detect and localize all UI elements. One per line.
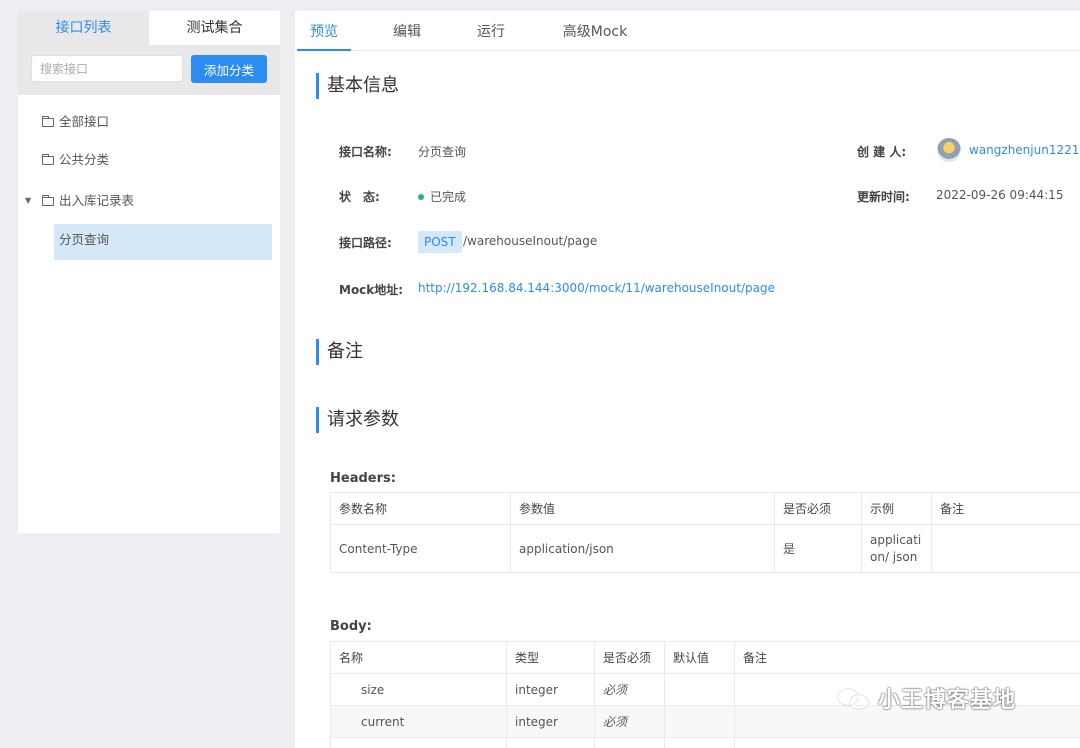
search-input[interactable] [31, 55, 183, 82]
column-header: 是否必须 [594, 641, 665, 674]
tab-advanced-mock[interactable]: 高级Mock [555, 11, 635, 51]
name-label: 接口名称: [339, 145, 392, 159]
tree-item-public[interactable]: 公共分类 [18, 141, 280, 179]
column-header: 类型 [506, 641, 595, 674]
tree-item-label: 公共分类 [59, 152, 110, 167]
cell-default [664, 705, 735, 738]
tab-test-collection[interactable]: 测试集合 [149, 11, 280, 45]
method-badge: POST [418, 231, 462, 253]
tree-item-group[interactable]: ▼ 出入库记录表 [18, 182, 280, 220]
column-header: 备注 [734, 641, 1080, 674]
column-header: 参数名称 [330, 492, 511, 525]
name-value: 分页查询 [418, 145, 467, 159]
path-value: /warehouseInout/page [463, 234, 598, 248]
tab-interface-list[interactable]: 接口列表 [18, 11, 149, 45]
section-request-params: 请求参数 [316, 407, 399, 433]
cell-value: application/json [510, 524, 775, 573]
watermark-text: 小王博客基地 [878, 688, 1017, 713]
mock-url-link[interactable]: http://192.168.84.144:3000/mock/11/wareh… [418, 281, 775, 295]
avatar[interactable] [937, 138, 961, 162]
cell-name: current [330, 705, 507, 738]
cell-remark [931, 524, 1080, 573]
column-header: 是否必须 [774, 492, 862, 525]
cell-name: Content-Type [330, 524, 511, 573]
headers-heading: Headers: [330, 471, 396, 486]
cell-type: integer [506, 673, 595, 706]
main-panel: 预览 编辑 运行 高级Mock 基本信息 接口名称: 分页查询 创 建 人: w… [295, 11, 1080, 748]
table-header-row: 参数名称 参数值 是否必须 示例 备注 [330, 492, 1080, 525]
column-header: 示例 [861, 492, 932, 525]
status-dot-icon [418, 194, 424, 200]
cell-required: 必须 [594, 705, 665, 738]
updated-label: 更新时间: [857, 190, 910, 204]
cell-default [664, 673, 735, 706]
watermark: 小王博客基地 [836, 682, 1016, 714]
tree-item-label: 出入库记录表 [59, 193, 135, 208]
wechat-icon [836, 687, 872, 711]
tree-item-page-query[interactable]: 分页查询 [54, 224, 272, 260]
add-category-button[interactable]: 添加分类 [191, 55, 267, 83]
tab-edit[interactable]: 编辑 [387, 11, 427, 51]
cell-name: size [330, 673, 507, 706]
status-value: 已完成 [430, 190, 467, 204]
section-basic-info: 基本信息 [316, 73, 399, 99]
main-tabs: 预览 编辑 运行 高级Mock [295, 11, 1080, 51]
table-header-row: 名称 类型 是否必须 默认值 备注 [330, 641, 1080, 674]
cell-type: integer [506, 705, 595, 738]
column-header: 名称 [330, 641, 507, 674]
table-row [330, 737, 1080, 748]
column-header: 参数值 [510, 492, 775, 525]
caret-down-icon[interactable]: ▼ [25, 182, 31, 220]
headers-table: 参数名称 参数值 是否必须 示例 备注 Content-Type applica… [330, 492, 1080, 573]
tree-item-label: 全部接口 [59, 114, 110, 129]
tab-preview[interactable]: 预览 [297, 11, 351, 51]
updated-value: 2022-09-26 09:44:15 [936, 188, 1064, 202]
folder-icon [42, 116, 54, 127]
folder-icon [42, 195, 54, 206]
mock-label: Mock地址: [339, 283, 404, 297]
column-header: 默认值 [664, 641, 735, 674]
sidebar-search-bar: 添加分类 [18, 45, 280, 95]
creator-link[interactable]: wangzhenjun1221 [969, 143, 1079, 157]
interface-tree: 全部接口 公共分类 ▼ 出入库记录表 分页查询 [18, 95, 280, 260]
sidebar: 接口列表 测试集合 添加分类 全部接口 公共分类 ▼ 出入库记录表 分页查询 [18, 11, 280, 533]
table-row: Content-Type application/json 是 applicat… [330, 524, 1080, 573]
tab-run[interactable]: 运行 [471, 11, 511, 51]
section-remark: 备注 [316, 339, 363, 365]
status-label: 状 态: [339, 190, 380, 204]
creator-label: 创 建 人: [857, 145, 907, 159]
cell-required: 必须 [594, 673, 665, 706]
column-header: 备注 [931, 492, 1080, 525]
path-label: 接口路径: [339, 236, 392, 250]
sidebar-tabs: 接口列表 测试集合 [18, 11, 280, 45]
tree-item-all[interactable]: 全部接口 [18, 103, 280, 141]
status-badge: 已完成 [418, 188, 466, 205]
cell-required: 是 [774, 524, 862, 573]
folder-icon [42, 154, 54, 165]
cell-example: application/ json [861, 524, 932, 573]
body-heading: Body: [330, 619, 372, 634]
